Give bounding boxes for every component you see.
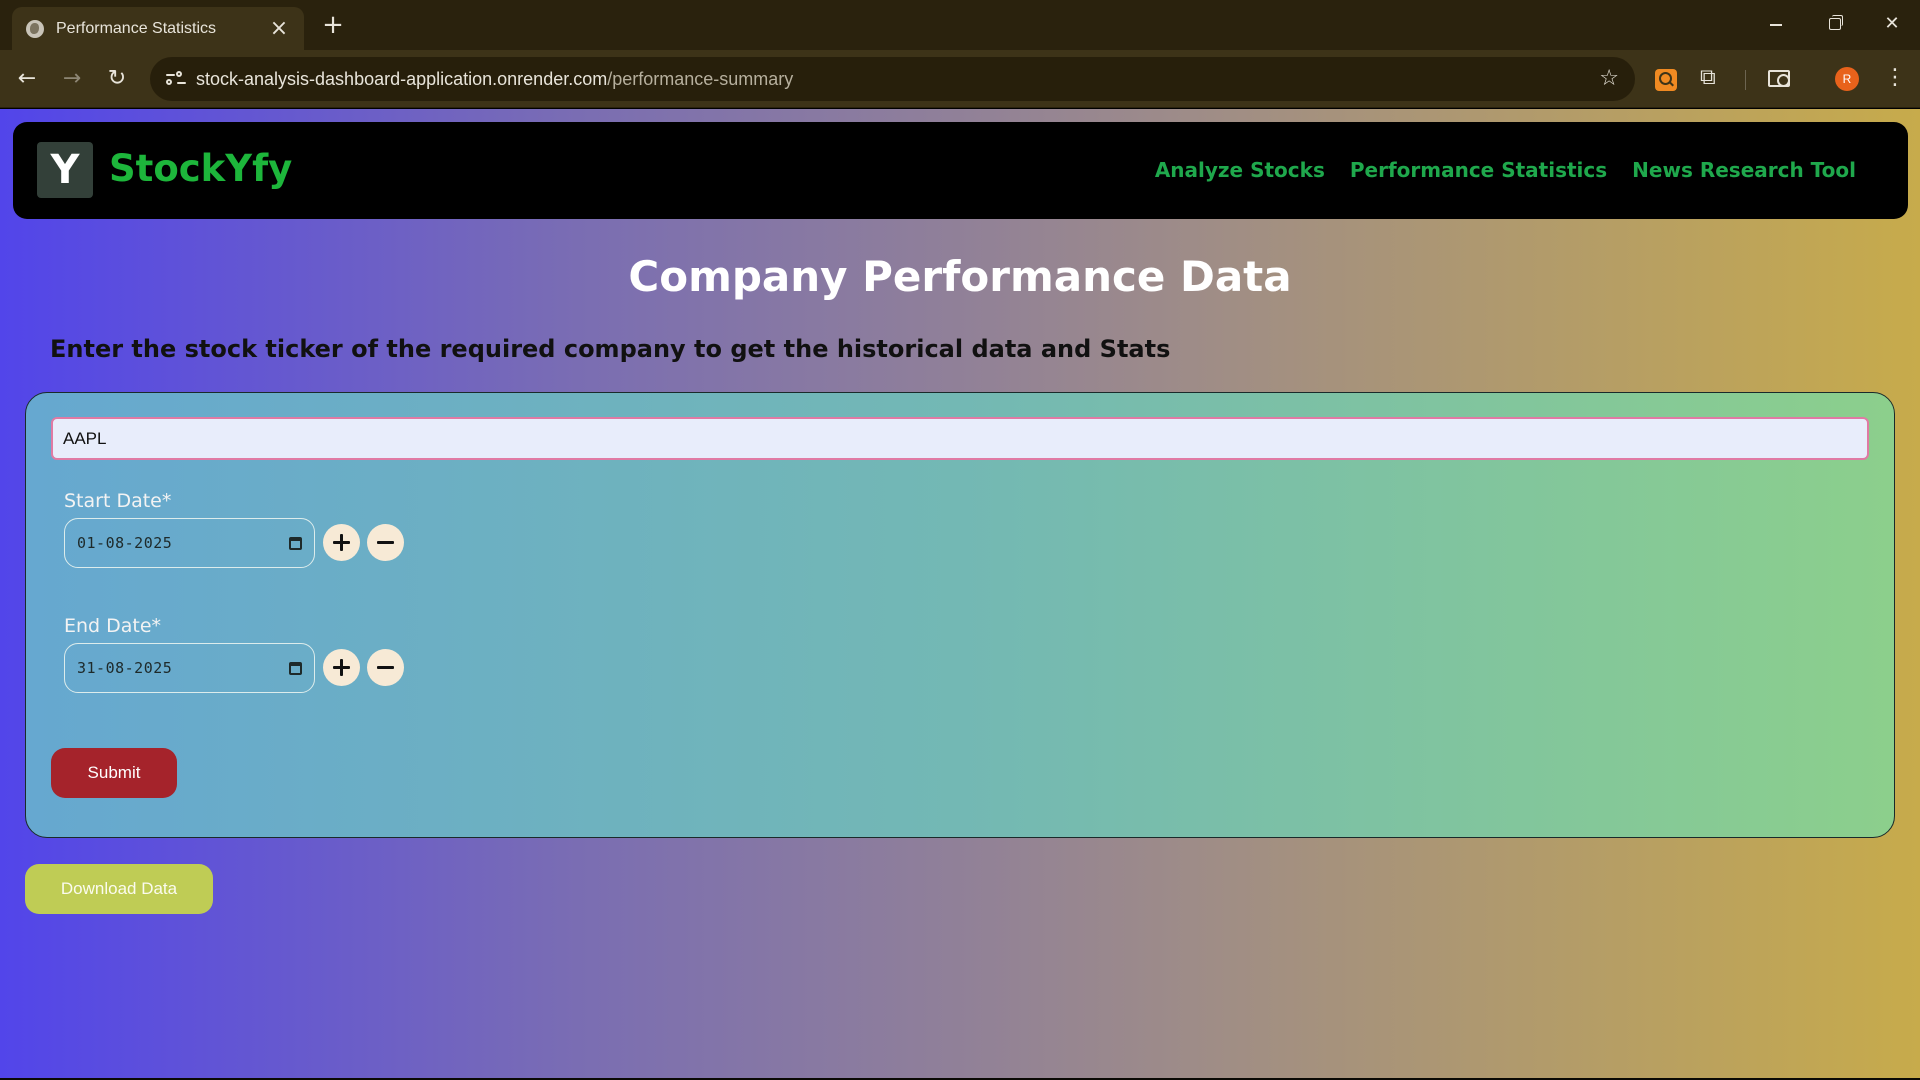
start-date-label: Start Date*	[64, 490, 172, 512]
minus-icon	[377, 541, 394, 544]
nav-link-news-research-tool[interactable]: News Research Tool	[1632, 156, 1856, 184]
start-date-value: 01-08-2025	[77, 534, 173, 552]
tab-title: Performance Statistics	[56, 19, 217, 37]
nav-link-analyze-stocks[interactable]: Analyze Stocks	[1155, 156, 1325, 184]
url-path: /performance-summary	[607, 69, 794, 89]
start-date-increment-button[interactable]	[323, 524, 360, 561]
calendar-icon[interactable]	[289, 661, 302, 675]
logo[interactable]: Y	[37, 142, 93, 198]
end-date-field[interactable]: 31-08-2025	[64, 643, 315, 693]
star-icon[interactable]: ☆	[1599, 65, 1619, 93]
ticker-form: AAPL Start Date* 01-08-2025 End Date* 31…	[25, 392, 1895, 838]
toolbar-divider	[1745, 70, 1746, 90]
tab-close-icon[interactable]: ×	[268, 17, 290, 40]
nav-links: Analyze Stocks Performance Statistics Ne…	[1155, 156, 1856, 184]
page-viewport: Y StockYfy Analyze Stocks Performance St…	[0, 109, 1920, 1078]
forward-icon[interactable]: →	[54, 61, 90, 97]
avatar[interactable]: R	[1835, 67, 1859, 91]
site-navbar: Y StockYfy Analyze Stocks Performance St…	[13, 122, 1908, 219]
back-icon[interactable]: ←	[9, 61, 45, 97]
browser-tab-bar: Performance Statistics × + ✕	[0, 0, 1920, 50]
search-extension-icon[interactable]	[1655, 69, 1677, 91]
kebab-icon[interactable]: ⋮	[1884, 64, 1906, 92]
ticker-input-value: AAPL	[63, 429, 107, 448]
calendar-icon[interactable]	[289, 536, 302, 550]
end-date-increment-button[interactable]	[323, 649, 360, 686]
start-date-decrement-button[interactable]	[367, 524, 404, 561]
url-domain: stock-analysis-dashboard-application.onr…	[196, 69, 608, 89]
submit-button[interactable]: Submit	[51, 748, 177, 798]
end-date-label: End Date*	[64, 615, 162, 637]
site-info-icon[interactable]	[162, 65, 190, 93]
start-date-field[interactable]: 01-08-2025	[64, 518, 315, 568]
end-date-decrement-button[interactable]	[367, 649, 404, 686]
browser-toolbar: ← → ↻ stock-analysis-dashboard-applicati…	[0, 50, 1920, 108]
page-title: Company Performance Data	[628, 252, 1292, 301]
new-tab-button[interactable]: +	[318, 10, 348, 40]
address-bar[interactable]: stock-analysis-dashboard-application.onr…	[150, 57, 1635, 101]
minimize-icon[interactable]	[1756, 8, 1796, 40]
puzzle-icon[interactable]: ⧉	[1700, 65, 1716, 90]
cast-icon[interactable]	[1768, 70, 1790, 87]
browser-tab[interactable]: Performance Statistics ×	[12, 7, 304, 50]
url-text[interactable]: stock-analysis-dashboard-application.onr…	[196, 69, 793, 90]
minus-icon	[377, 666, 394, 669]
window-close-icon[interactable]: ✕	[1872, 8, 1912, 40]
brand-name[interactable]: StockYfy	[109, 144, 292, 194]
ticker-input[interactable]: AAPL	[51, 417, 1869, 460]
page-subtitle: Enter the stock ticker of the required c…	[50, 335, 1171, 363]
download-data-button[interactable]: Download Data	[25, 864, 213, 914]
end-date-value: 31-08-2025	[77, 659, 173, 677]
globe-icon	[26, 19, 44, 38]
restore-icon[interactable]	[1814, 8, 1854, 40]
nav-link-performance-statistics[interactable]: Performance Statistics	[1350, 156, 1607, 184]
reload-icon[interactable]: ↻	[99, 61, 135, 97]
